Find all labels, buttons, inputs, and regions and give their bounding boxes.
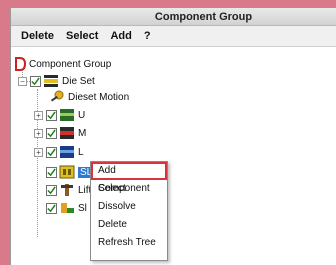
menu-select[interactable]: Select: [60, 26, 104, 46]
tree-item-motion[interactable]: Dieset Motion: [49, 89, 129, 105]
slider-icon: [59, 201, 75, 215]
u-label: U: [78, 109, 86, 121]
expand-icon[interactable]: +: [34, 147, 43, 157]
lower-die-icon: [59, 145, 75, 159]
upper-die-icon: [59, 108, 75, 122]
menu-delete[interactable]: Delete: [15, 26, 60, 46]
tree-item-m[interactable]: + M: [34, 125, 86, 141]
context-delete[interactable]: Delete: [91, 216, 167, 234]
tree-item-u[interactable]: + U: [34, 107, 85, 123]
context-menu: Add Component Select Dissolve Delete Ref…: [90, 161, 168, 261]
l-label: L: [78, 146, 84, 158]
m-checkbox[interactable]: [46, 127, 57, 139]
component-group-logo-icon: [14, 57, 27, 71]
tree-item-l[interactable]: + L: [34, 144, 84, 160]
tree-root-label: Component Group: [29, 58, 112, 70]
slide-checkbox[interactable]: [46, 202, 57, 214]
menu-help[interactable]: ?: [138, 26, 157, 46]
context-add-component[interactable]: Add Component: [91, 162, 167, 194]
tree-item-sl[interactable]: SL: [46, 164, 95, 180]
die-set-icon: [43, 74, 59, 88]
slide-die-icon: [59, 165, 75, 179]
middle-die-icon: [59, 126, 75, 140]
component-group-window: Component Group Delete Select Add ? Comp…: [10, 7, 336, 265]
sl-checkbox[interactable]: [46, 166, 57, 178]
m-label: M: [78, 127, 87, 139]
window-title: Component Group: [11, 8, 336, 26]
lift-checkbox[interactable]: [46, 184, 57, 196]
menu-bar: Delete Select Add ?: [11, 26, 336, 47]
tree-item-lift[interactable]: Lift: [46, 182, 91, 198]
collapse-icon[interactable]: −: [18, 76, 27, 86]
motion-key-icon: [49, 90, 65, 104]
menu-add[interactable]: Add: [104, 26, 137, 46]
motion-label: Dieset Motion: [68, 91, 130, 103]
u-checkbox[interactable]: [46, 109, 57, 121]
tree-item-die-set[interactable]: − Die Set: [18, 73, 95, 89]
die-set-checkbox[interactable]: [30, 75, 41, 87]
slide-label: Sl: [78, 202, 87, 214]
l-checkbox[interactable]: [46, 146, 57, 158]
tree-item-slide[interactable]: Sl: [46, 200, 87, 216]
component-tree: Component Group − Die Set Dieset Motion …: [11, 47, 336, 265]
expand-icon[interactable]: +: [34, 110, 43, 120]
tree-root[interactable]: Component Group: [14, 56, 111, 72]
expand-icon[interactable]: +: [34, 128, 43, 138]
context-refresh-tree[interactable]: Refresh Tree: [91, 234, 167, 252]
die-set-label: Die Set: [62, 75, 95, 87]
lifter-icon: [59, 183, 75, 197]
context-dissolve[interactable]: Dissolve: [91, 198, 167, 216]
